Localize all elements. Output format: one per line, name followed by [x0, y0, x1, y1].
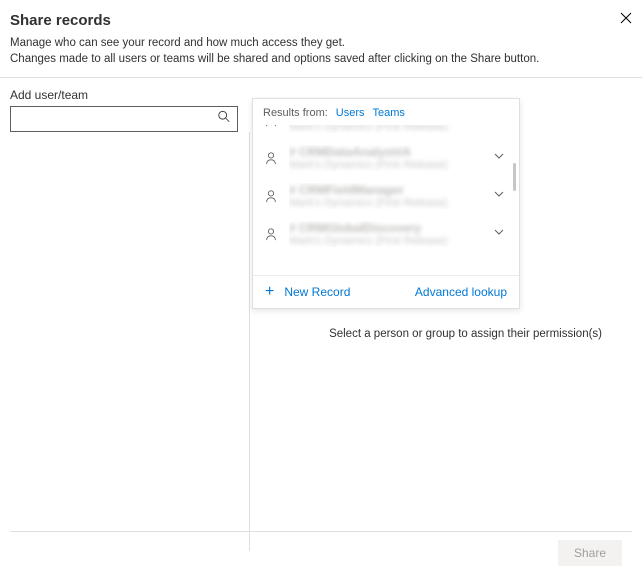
result-item[interactable]: # CRMFieldManager Mark's Dynamics (First…: [253, 177, 519, 215]
permission-hint: Select a person or group to assign their…: [250, 328, 632, 340]
filter-teams-link[interactable]: Teams: [373, 107, 405, 119]
result-subtitle: Mark's Dynamics (First Release): [289, 197, 483, 209]
result-title: # CRMDataAnalyst#A: [289, 145, 483, 159]
result-title: # CRMGlobalDiscovery: [289, 221, 483, 235]
result-subtitle: Mark's Dynamics (First Release): [289, 125, 483, 133]
result-subtitle: Mark's Dynamics (First Release): [289, 159, 483, 171]
results-header: Results from: Users Teams: [253, 99, 519, 125]
results-dropdown: Results from: Users Teams # CRMGlobalAdm…: [252, 98, 520, 309]
close-icon: [620, 12, 632, 24]
footer: Share: [10, 531, 632, 574]
results-from-label: Results from:: [263, 107, 328, 119]
result-item[interactable]: # CRMGlobalAdmin#1 Mark's Dynamics (Firs…: [253, 125, 519, 139]
share-button[interactable]: Share: [558, 540, 622, 566]
chevron-down-icon[interactable]: [493, 125, 509, 129]
dropdown-footer: + New Record Advanced lookup: [253, 275, 519, 308]
results-list: # CRMGlobalAdmin#1 Mark's Dynamics (Firs…: [253, 125, 519, 275]
left-column: [0, 132, 250, 551]
plus-icon: +: [265, 284, 274, 300]
result-item[interactable]: # CRMDataAnalyst#A Mark's Dynamics (Firs…: [253, 139, 519, 177]
result-subtitle: Mark's Dynamics (First Release): [289, 235, 483, 247]
filter-users-link[interactable]: Users: [336, 107, 365, 119]
person-icon: [263, 227, 279, 241]
person-icon: [263, 125, 279, 127]
close-button[interactable]: [620, 12, 632, 26]
person-icon: [263, 189, 279, 203]
person-icon: [263, 151, 279, 165]
chevron-down-icon[interactable]: [493, 225, 509, 243]
new-record-label: New Record: [284, 285, 350, 299]
description-line-2: Changes made to all users or teams will …: [10, 51, 632, 67]
result-title: [289, 259, 509, 269]
chevron-down-icon[interactable]: [493, 149, 509, 167]
page-title: Share records: [10, 12, 111, 29]
description-line-1: Manage who can see your record and how m…: [10, 35, 632, 51]
page-description: Manage who can see your record and how m…: [0, 35, 642, 77]
result-item[interactable]: # CRMGlobalDiscovery Mark's Dynamics (Fi…: [253, 215, 519, 253]
chevron-down-icon[interactable]: [493, 187, 509, 205]
search-input[interactable]: [10, 106, 238, 132]
new-record-button[interactable]: + New Record: [265, 284, 350, 300]
scrollbar-thumb[interactable]: [513, 163, 516, 191]
result-item[interactable]: [253, 253, 519, 275]
advanced-lookup-link[interactable]: Advanced lookup: [415, 285, 507, 299]
result-title: # CRMFieldManager: [289, 183, 483, 197]
